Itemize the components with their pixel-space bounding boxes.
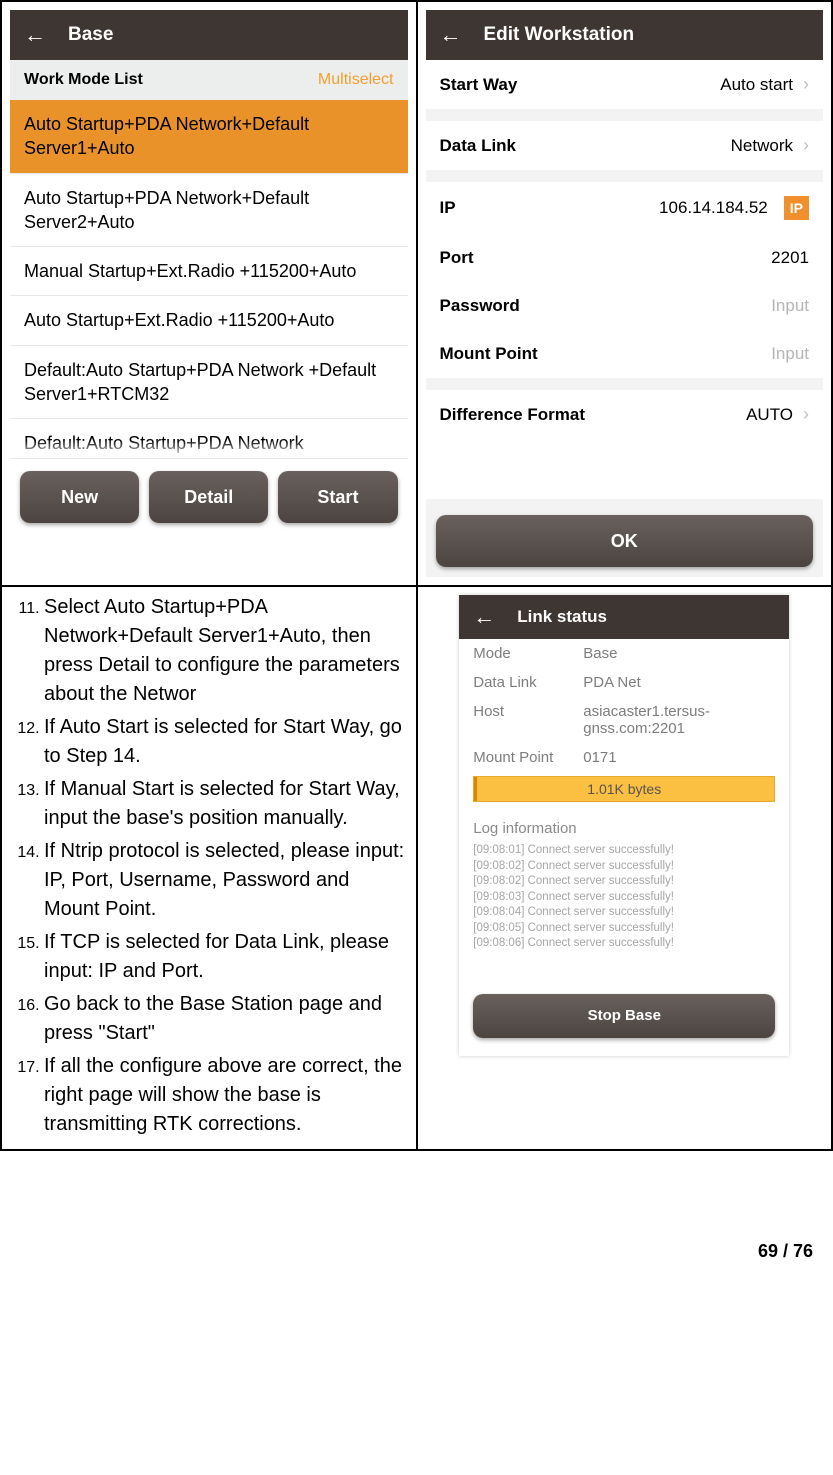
work-mode-subheader: Work Mode List Multiselect (10, 60, 408, 100)
edit-header: ← Edit Workstation (426, 10, 824, 60)
edit-header-title: Edit Workstation (484, 24, 635, 46)
log-lines: [09:08:01] Connect server successfully! … (459, 843, 789, 964)
difference-format-row[interactable]: Difference Format AUTO› (426, 390, 824, 439)
mount-point-row[interactable]: Mount Point Input (426, 330, 824, 378)
instruction-item: If all the configure above are correct, … (44, 1052, 410, 1139)
kv-mode: ModeBase (459, 639, 789, 668)
mode-item[interactable]: Auto Startup+PDA Network+Default Server2… (10, 174, 408, 248)
chevron-right-icon: › (803, 404, 809, 425)
new-button[interactable]: New (20, 471, 139, 523)
log-information-label: Log information (459, 810, 789, 843)
edit-workstation-cell: ← Edit Workstation Start Way Auto start›… (417, 1, 833, 586)
mode-item[interactable]: Default:Auto Startup+PDA Network +Defaul… (10, 346, 408, 420)
port-row[interactable]: Port 2201 (426, 234, 824, 282)
data-link-row[interactable]: Data Link Network› (426, 121, 824, 170)
instruction-item: Select Auto Startup+PDA Network+Default … (44, 593, 410, 709)
kv-data-link: Data LinkPDA Net (459, 668, 789, 697)
page-number: 69 / 76 (0, 1151, 833, 1282)
base-header: ← Base (10, 10, 408, 60)
link-status-title: Link status (517, 607, 607, 627)
kv-host: Hostasiacaster1.tersus-gnss.com:2201 (459, 697, 789, 743)
back-arrow-icon[interactable]: ← (24, 22, 46, 48)
instruction-item: If Ntrip protocol is selected, please in… (44, 837, 410, 924)
base-screen-cell: ← Base Work Mode List Multiselect Auto S… (1, 1, 417, 586)
mode-item[interactable]: Auto Startup+Ext.Radio +115200+Auto (10, 296, 408, 345)
password-row[interactable]: Password Input (426, 282, 824, 330)
chevron-right-icon: › (803, 135, 809, 156)
multiselect-link[interactable]: Multiselect (318, 71, 394, 89)
work-mode-list: Auto Startup+PDA Network+Default Server1… (10, 100, 408, 459)
link-status-cell: ← Link status ModeBase Data LinkPDA Net … (417, 586, 833, 1150)
ok-button[interactable]: OK (436, 515, 814, 567)
instruction-item: If Manual Start is selected for Start Wa… (44, 775, 410, 833)
back-arrow-icon[interactable]: ← (473, 604, 495, 630)
back-arrow-icon[interactable]: ← (440, 22, 462, 48)
chevron-right-icon: › (803, 74, 809, 95)
instructions-cell: Select Auto Startup+PDA Network+Default … (1, 586, 417, 1150)
start-button[interactable]: Start (278, 471, 397, 523)
base-header-title: Base (68, 24, 113, 46)
kv-mount-point: Mount Point0171 (459, 743, 789, 772)
work-mode-list-label: Work Mode List (24, 71, 143, 89)
stop-base-button[interactable]: Stop Base (473, 994, 775, 1038)
instruction-item: If TCP is selected for Data Link, please… (44, 928, 410, 986)
progress-bar: 1.01K bytes (473, 776, 775, 802)
instruction-item: Go back to the Base Station page and pre… (44, 990, 410, 1048)
detail-button[interactable]: Detail (149, 471, 268, 523)
mode-item[interactable]: Default:Auto Startup+PDA Network (10, 419, 408, 459)
mode-item[interactable]: Manual Startup+Ext.Radio +115200+Auto (10, 247, 408, 296)
instructions-list: Select Auto Startup+PDA Network+Default … (8, 593, 410, 1139)
ip-badge[interactable]: IP (784, 196, 809, 220)
ip-row[interactable]: IP 106.14.184.52 IP (426, 182, 824, 234)
link-status-header: ← Link status (459, 595, 789, 639)
start-way-row[interactable]: Start Way Auto start› (426, 60, 824, 109)
base-button-row: New Detail Start (10, 459, 408, 533)
mode-item[interactable]: Auto Startup+PDA Network+Default Server1… (10, 100, 408, 174)
instruction-item: If Auto Start is selected for Start Way,… (44, 713, 410, 771)
